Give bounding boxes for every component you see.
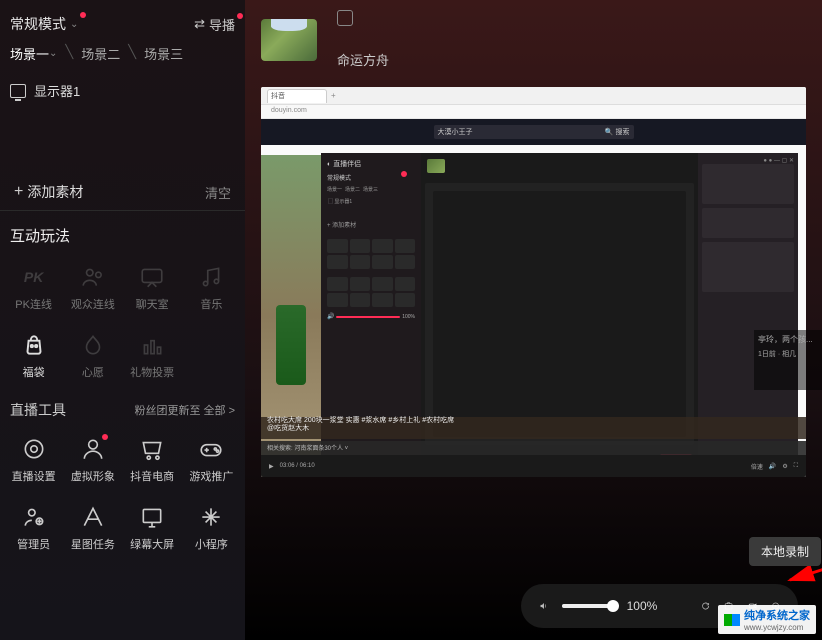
wish-icon <box>80 332 106 358</box>
admin-button[interactable]: 管理员 <box>6 496 61 560</box>
plus-icon: + <box>14 183 23 201</box>
audience-icon <box>80 264 106 290</box>
transfer-button[interactable]: ⇄ 导播 <box>194 15 235 34</box>
volume-button[interactable] <box>539 596 548 616</box>
volume-value: 100% <box>627 599 658 613</box>
chat-icon <box>139 264 165 290</box>
tools-section-title: 直播工具 <box>10 400 66 420</box>
preview-area: 抖音 + douyin.com 大漠小王子 🔍 搜索 ◐ 直播伴侣 常规模式 场… <box>261 87 806 477</box>
settings-target-icon <box>21 436 47 462</box>
admin-icon <box>21 504 47 530</box>
scene-tab-2[interactable]: 场景二 <box>81 44 120 63</box>
star-task-icon <box>80 504 106 530</box>
edit-title-button[interactable] <box>337 10 353 26</box>
chatroom-button[interactable]: 聊天室 <box>125 256 180 320</box>
poll-icon <box>139 332 165 358</box>
browser-tabs: 抖音 + <box>261 87 806 105</box>
notification-dot <box>237 13 243 19</box>
flag-icon <box>724 614 740 626</box>
clear-sources-button[interactable]: 清空 <box>205 183 231 202</box>
interactive-section-title: 互动玩法 <box>0 211 245 256</box>
mode-label: 常规模式 <box>10 14 66 34</box>
avatar-button[interactable]: 虚拟形象 <box>65 428 120 492</box>
music-button[interactable]: 音乐 <box>184 256 239 320</box>
scene-tab-1[interactable]: 场景一 ⌄ <box>10 44 57 63</box>
live-settings-button[interactable]: 直播设置 <box>6 428 61 492</box>
url-bar: douyin.com <box>261 105 806 119</box>
star-map-button[interactable]: 星图任务 <box>65 496 120 560</box>
side-recommendation: 亭玲，两个孩... 1日前 · 相几 <box>754 330 822 390</box>
mode-selector[interactable]: 常规模式 ⌄ <box>10 14 78 34</box>
browser-tab: 抖音 <box>267 89 327 103</box>
pk-icon: PK <box>21 264 47 290</box>
refresh-button[interactable] <box>701 596 710 616</box>
avatar-icon <box>80 436 106 462</box>
wish-button[interactable]: 心愿 <box>65 324 120 388</box>
pk-link-button[interactable]: PKPK连线 <box>6 256 61 320</box>
stream-title: 命运方舟 <box>337 50 389 69</box>
cart-icon <box>139 436 165 462</box>
lucky-bag-button[interactable]: 福袋 <box>6 324 61 388</box>
monitor-icon <box>10 84 26 98</box>
add-source-button[interactable]: + 添加素材 <box>14 182 83 202</box>
swap-icon: ⇄ <box>194 16 205 32</box>
audience-link-button[interactable]: 观众连线 <box>65 256 120 320</box>
watermark: 纯净系统之家 www.ycwjzy.com <box>718 605 816 634</box>
chevron-down-icon: ⌄ <box>70 19 78 30</box>
stream-thumbnail[interactable] <box>261 19 317 61</box>
local-record-tooltip: 本地录制 <box>749 537 821 566</box>
green-screen-button[interactable]: 绿幕大屏 <box>125 496 180 560</box>
gamepad-icon <box>198 436 224 462</box>
miniapp-button[interactable]: 小程序 <box>184 496 239 560</box>
bag-icon <box>21 332 47 358</box>
music-icon <box>198 264 224 290</box>
volume-slider[interactable] <box>562 604 612 608</box>
ecommerce-button[interactable]: 抖音电商 <box>125 428 180 492</box>
source-item-monitor[interactable]: 显示器1 <box>10 77 235 104</box>
related-search: 相关搜索: 河南浆面条30个人 ˅ <box>261 441 806 455</box>
scene-tab-3[interactable]: 场景三 <box>144 44 183 63</box>
sparkle-icon <box>198 504 224 530</box>
fan-update-link[interactable]: 粉丝团更新至 全部 > <box>134 402 235 418</box>
game-promo-button[interactable]: 游戏推广 <box>184 428 239 492</box>
screen-icon <box>139 504 165 530</box>
notification-dot <box>80 12 86 18</box>
video-controls: ▶03:06 / 06:10 倍速🔊⚙⛶ <box>261 455 806 477</box>
gift-vote-button[interactable]: 礼物投票 <box>125 324 180 388</box>
nested-search-box: 大漠小王子 🔍 搜索 <box>434 125 634 139</box>
